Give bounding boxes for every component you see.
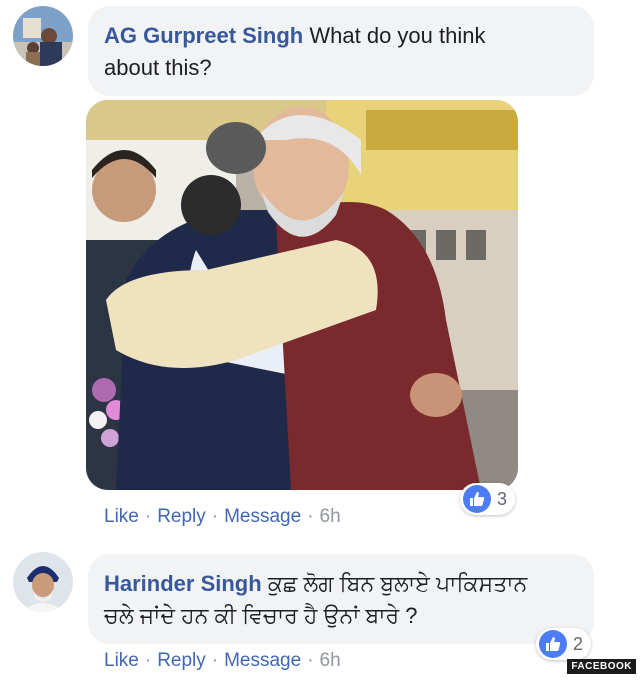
reply-link[interactable]: Reply (157, 650, 206, 671)
separator-dot: · (144, 506, 152, 527)
separator-dot: · (307, 506, 314, 527)
like-link[interactable]: Like (104, 650, 139, 671)
avatar-ag-gurpreet-singh[interactable] (13, 6, 73, 66)
comment-bubble: Harinder Singh ਕੁਛ ਲੋਗ ਬਿਨ ਬੁਲਾਏ ਪਾਕਿਸਤਾ… (88, 554, 594, 644)
comment-bubble: AG Gurpreet Singh What do you think abou… (88, 6, 594, 96)
separator-dot: · (307, 650, 314, 671)
message-link[interactable]: Message (224, 506, 301, 527)
reply-link[interactable]: Reply (157, 506, 206, 527)
comment-text: What do you think (309, 23, 486, 48)
separator-dot: · (211, 650, 219, 671)
timestamp[interactable]: 6h (320, 650, 341, 671)
message-link[interactable]: Message (224, 650, 301, 671)
reaction-count: 3 (497, 488, 508, 509)
like-thumb-icon (463, 485, 491, 513)
comment-text-line2: about this? (104, 55, 212, 80)
comment-text-line2: ਚਲੇ ਜਾਂਦੇ ਹਨ ਕੀ ਵਿਚਾਰ ਹੈ ਉਨਾਂ ਬਾਰੇ ? (104, 603, 418, 628)
timestamp[interactable]: 6h (320, 506, 341, 527)
separator-dot: · (211, 506, 219, 527)
comment-author[interactable]: AG Gurpreet Singh (104, 23, 303, 48)
like-link[interactable]: Like (104, 506, 139, 527)
comment-author[interactable]: Harinder Singh (104, 571, 262, 596)
reaction-summary[interactable]: 2 (536, 628, 592, 660)
separator-dot: · (144, 650, 152, 671)
comment-text: ਕੁਛ ਲੋਗ ਬਿਨ ਬੁਲਾਏ ਪਾਕਿਸਤਾਨ (267, 571, 528, 596)
avatar-harinder-singh[interactable] (13, 552, 73, 612)
comment-actions: Like · Reply · Message · 6h (104, 506, 341, 528)
facebook-watermark: FACEBOOK (567, 659, 636, 674)
reaction-summary[interactable]: 3 (460, 483, 516, 515)
like-thumb-icon (539, 630, 567, 658)
comment-photo-attachment[interactable] (86, 100, 518, 490)
comment-actions: Like · Reply · Message · 6h (104, 650, 341, 672)
reaction-count: 2 (573, 633, 584, 654)
